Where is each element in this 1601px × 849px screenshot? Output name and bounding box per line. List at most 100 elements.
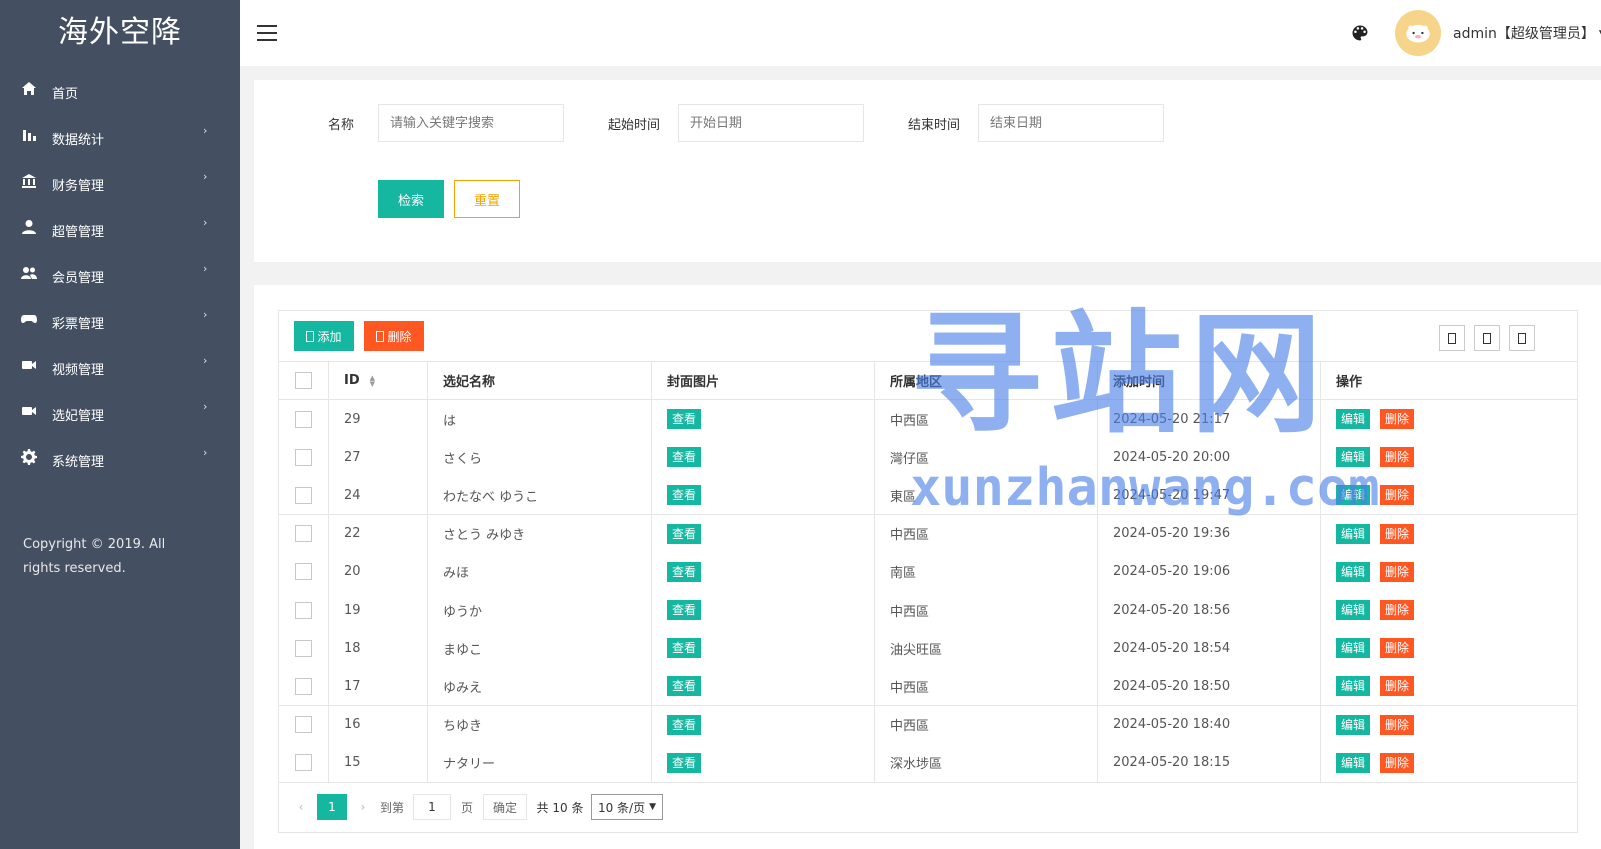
edit-button[interactable]: 编辑: [1336, 714, 1371, 735]
row-checkbox[interactable]: [295, 410, 312, 428]
table-row: 19 ゆうか 查看 中西區 2024-05-20 18:56 编辑 删除: [279, 591, 1577, 630]
reset-button[interactable]: 重置: [454, 180, 520, 218]
sidebar-item-7[interactable]: 选妃管理 ›: [0, 388, 240, 434]
start-date-input[interactable]: [678, 104, 864, 142]
delete-button[interactable]: 删除: [1380, 638, 1415, 659]
row-actions: 编辑 删除: [1336, 476, 1415, 514]
end-date-input[interactable]: [978, 104, 1164, 142]
name-search-input[interactable]: [378, 104, 564, 142]
sort-icon[interactable]: ▲ ▼: [370, 374, 375, 387]
next-page-icon[interactable]: ›: [353, 794, 373, 820]
row-time: 2024-05-20 18:54: [1113, 640, 1231, 656]
row-id: 22: [344, 526, 361, 542]
select-all-checkbox[interactable]: [295, 372, 312, 389]
row-checkbox[interactable]: [295, 677, 312, 695]
row-select-cell: [295, 553, 312, 591]
sidebar-item-4[interactable]: 会员管理 ›: [0, 250, 240, 296]
page-size-select[interactable]: 10 条/页 ▼: [591, 794, 663, 820]
row-checkbox[interactable]: [295, 601, 312, 619]
chevron-right-icon: ›: [203, 124, 208, 137]
prev-page-icon[interactable]: ‹: [291, 794, 311, 820]
sidebar-item-1[interactable]: 数据统计 ›: [0, 112, 240, 158]
search-button[interactable]: 检索: [378, 180, 444, 218]
sidebar-item-label: 选妃管理: [52, 408, 105, 424]
user-icon: [20, 218, 38, 236]
row-time: 2024-05-20 18:15: [1113, 755, 1231, 771]
row-cover-cell: 查看: [667, 591, 702, 629]
palette-icon[interactable]: [1350, 23, 1370, 43]
edit-button[interactable]: 编辑: [1336, 447, 1371, 468]
row-actions: 编辑 删除: [1336, 629, 1415, 667]
edit-button[interactable]: 编辑: [1336, 485, 1371, 506]
export-icon[interactable]: [1474, 325, 1500, 351]
row-cover-cell: 查看: [667, 706, 702, 744]
row-checkbox[interactable]: [295, 525, 312, 543]
delete-button-label: 删除: [387, 329, 412, 344]
sidebar-item-label: 首页: [52, 86, 79, 102]
filter-columns-icon[interactable]: [1439, 325, 1465, 351]
edit-button[interactable]: 编辑: [1336, 600, 1371, 620]
chevron-down-icon: ▼: [649, 802, 657, 812]
add-icon: [306, 330, 315, 342]
col-id[interactable]: ID ▲ ▼: [344, 362, 375, 399]
user-menu[interactable]: admin【超级管理员】▼: [1453, 23, 1601, 43]
row-checkbox[interactable]: [295, 716, 312, 734]
user-name: admin【超级管理员】: [1453, 26, 1595, 42]
row-checkbox[interactable]: [295, 486, 312, 504]
row-checkbox[interactable]: [295, 639, 312, 657]
view-cover-button[interactable]: 查看: [667, 714, 702, 735]
add-button[interactable]: 添加: [294, 321, 354, 351]
row-id: 27: [344, 449, 361, 465]
row-actions: 编辑 删除: [1336, 706, 1415, 744]
menu-toggle-icon[interactable]: [257, 25, 277, 41]
avatar[interactable]: [1395, 10, 1441, 56]
sidebar-item-5[interactable]: 彩票管理 ›: [0, 296, 240, 342]
row-region: 灣仔區: [890, 451, 930, 467]
print-icon[interactable]: [1509, 325, 1535, 351]
page-1-button[interactable]: 1: [317, 794, 347, 820]
sidebar-item-3[interactable]: 超管管理 ›: [0, 204, 240, 250]
edit-button[interactable]: 编辑: [1336, 752, 1371, 773]
edit-button[interactable]: 编辑: [1336, 561, 1371, 582]
delete-button[interactable]: 删除: [1380, 600, 1415, 620]
view-cover-button[interactable]: 查看: [667, 676, 702, 697]
delete-button[interactable]: 删除: [1380, 447, 1415, 468]
view-cover-button[interactable]: 查看: [667, 523, 702, 544]
delete-button[interactable]: 删除: [1380, 714, 1415, 735]
row-checkbox[interactable]: [295, 563, 312, 581]
sidebar-item-label: 系统管理: [52, 454, 105, 470]
view-cover-button[interactable]: 查看: [667, 447, 702, 468]
row-actions: 编辑 删除: [1336, 667, 1415, 705]
sidebar-item-2[interactable]: 财务管理 ›: [0, 158, 240, 204]
page-jump-input[interactable]: 1: [413, 794, 451, 820]
edit-button[interactable]: 编辑: [1336, 676, 1371, 697]
row-region: 深水埗區: [890, 757, 943, 773]
view-cover-button[interactable]: 查看: [667, 409, 702, 429]
delete-button[interactable]: 删除: [1380, 561, 1415, 582]
delete-button[interactable]: 删除: [1380, 752, 1415, 773]
confirm-jump-button[interactable]: 确定: [483, 794, 527, 820]
edit-button[interactable]: 编辑: [1336, 409, 1371, 429]
delete-button[interactable]: 删除: [1380, 485, 1415, 506]
batch-delete-button[interactable]: 删除: [364, 321, 424, 351]
bar-chart-icon: [20, 126, 38, 144]
row-checkbox[interactable]: [295, 448, 312, 466]
edit-button[interactable]: 编辑: [1336, 638, 1371, 659]
sidebar-item-0[interactable]: 首页: [0, 66, 240, 112]
delete-button[interactable]: 删除: [1380, 523, 1415, 544]
row-actions: 编辑 删除: [1336, 400, 1415, 438]
view-cover-button[interactable]: 查看: [667, 752, 702, 773]
delete-button[interactable]: 删除: [1380, 676, 1415, 697]
sidebar-item-6[interactable]: 视频管理 ›: [0, 342, 240, 388]
sidebar-item-8[interactable]: 系统管理 ›: [0, 434, 240, 480]
row-checkbox[interactable]: [295, 754, 312, 772]
edit-button[interactable]: 编辑: [1336, 523, 1371, 544]
delete-button[interactable]: 删除: [1380, 409, 1415, 429]
row-select-cell: [295, 400, 312, 438]
view-cover-button[interactable]: 查看: [667, 485, 702, 506]
view-cover-button[interactable]: 查看: [667, 638, 702, 659]
view-cover-button[interactable]: 查看: [667, 561, 702, 582]
row-time: 2024-05-20 19:36: [1113, 526, 1231, 542]
view-cover-button[interactable]: 查看: [667, 600, 702, 620]
col-region: 所属地区: [890, 375, 943, 390]
